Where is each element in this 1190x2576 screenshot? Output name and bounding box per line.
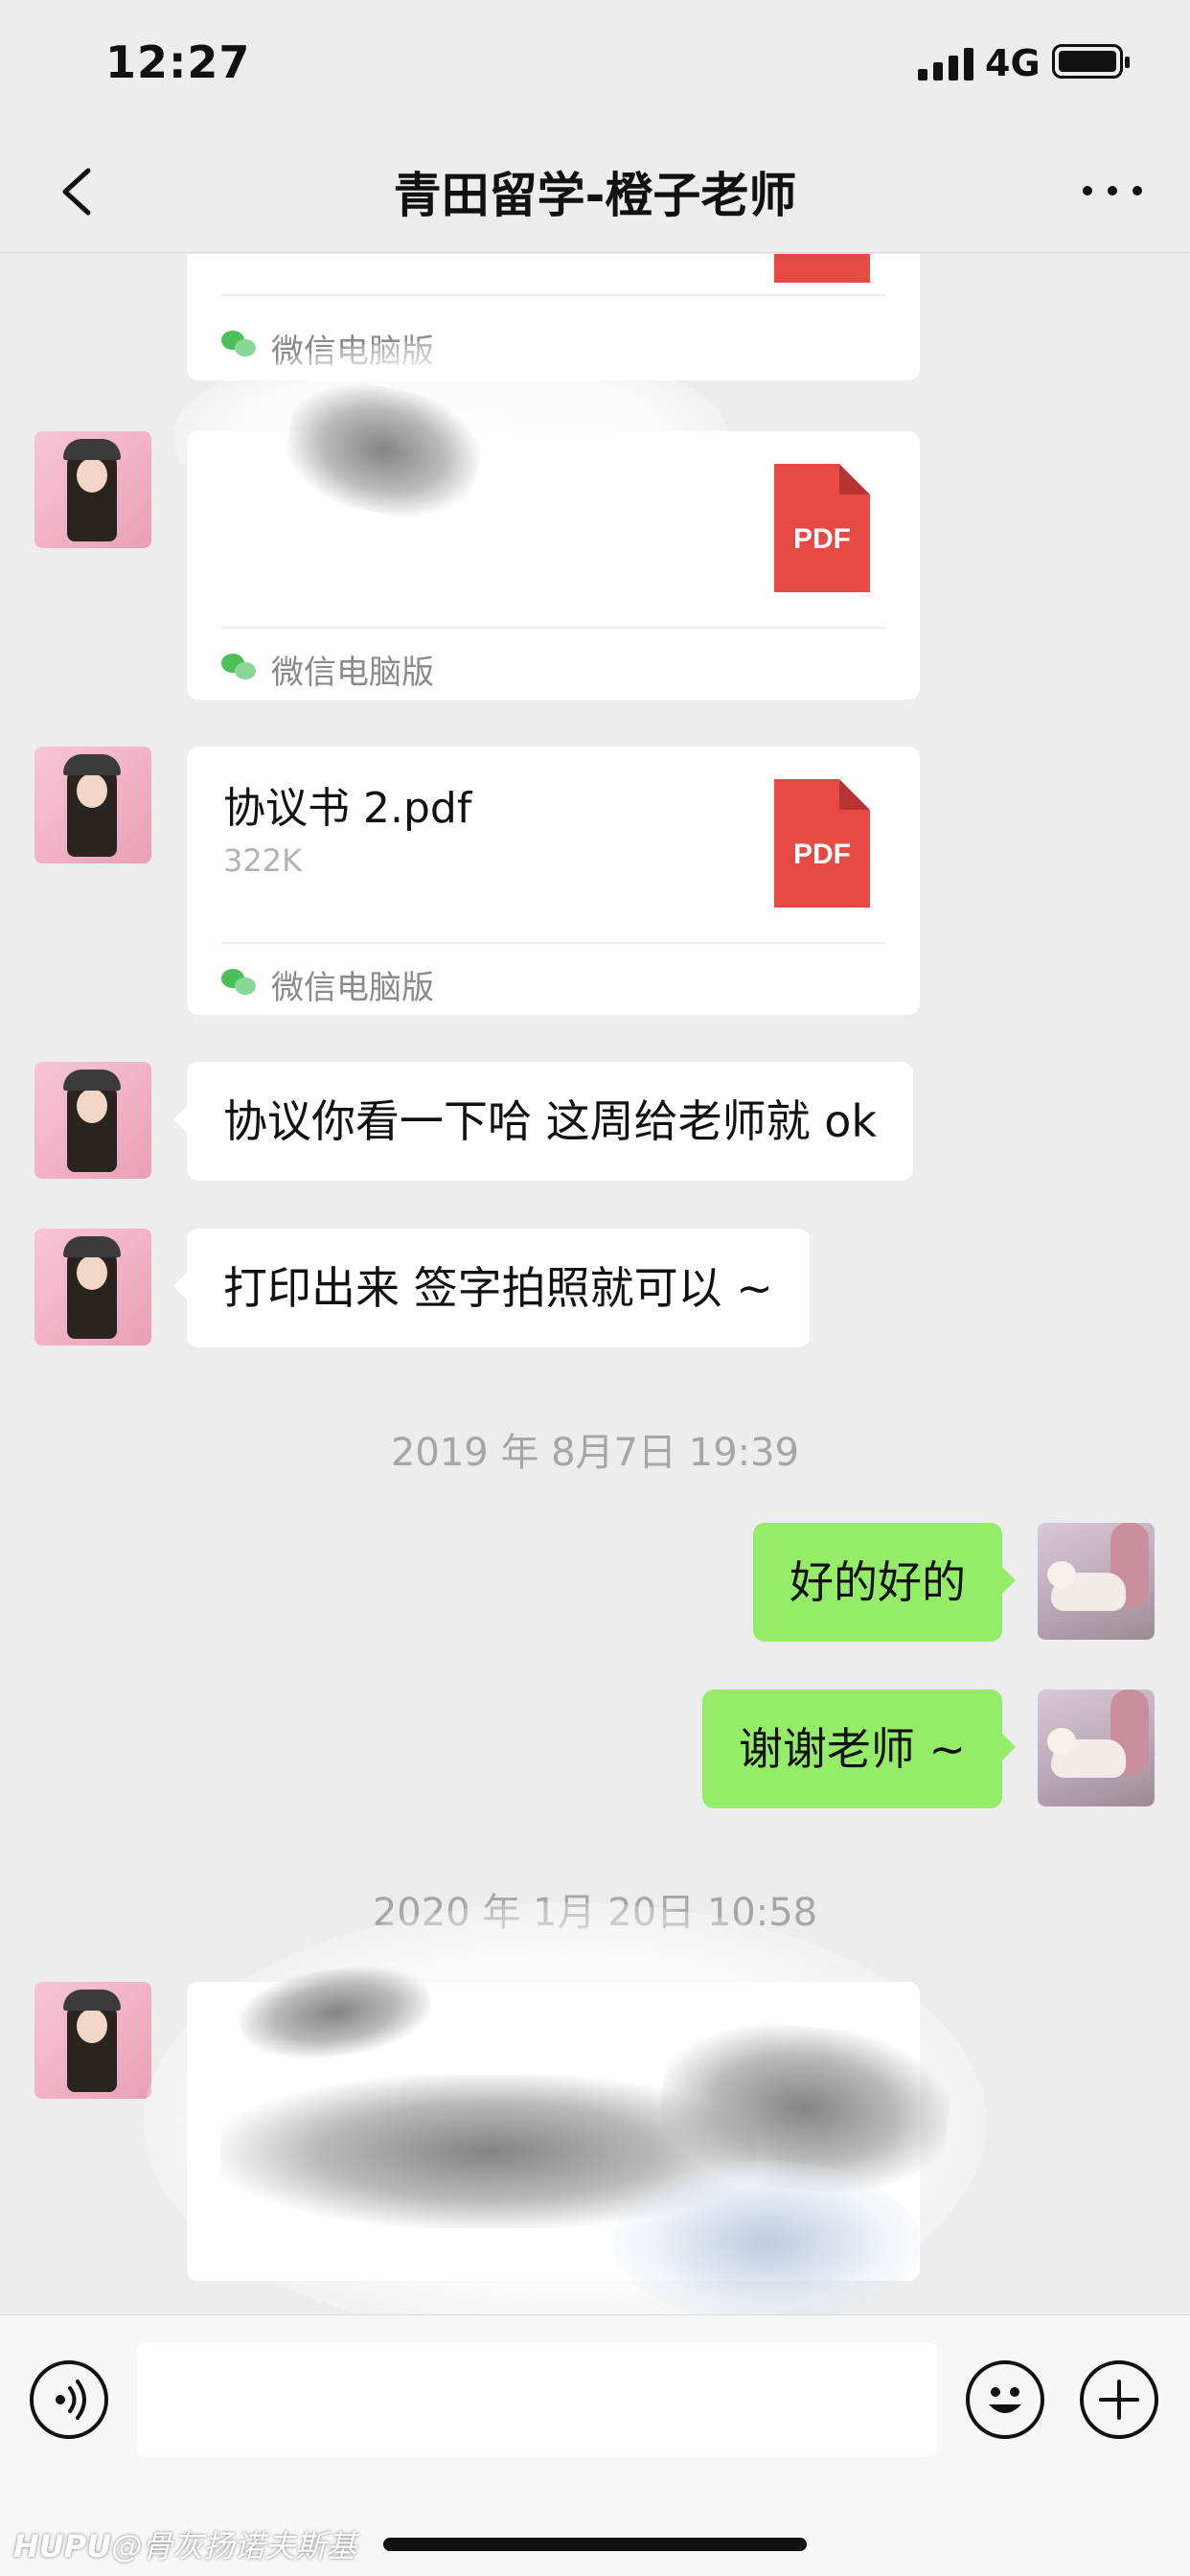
- incoming-text-bubble[interactable]: 打印出来 签字拍照就可以 ~: [173, 1229, 810, 1347]
- my-avatar[interactable]: [1038, 1690, 1155, 1806]
- contact-avatar[interactable]: [34, 431, 151, 548]
- wechat-icon: [221, 331, 256, 359]
- contact-avatar[interactable]: [34, 1229, 151, 1346]
- outgoing-text-bubble[interactable]: 好的好的: [753, 1523, 1016, 1642]
- home-indicator[interactable]: [383, 2538, 807, 2551]
- my-avatar[interactable]: [1038, 1523, 1155, 1640]
- cellular-signal-icon: [918, 48, 975, 80]
- pdf-file-icon: PDF: [774, 464, 870, 592]
- wechat-icon: [221, 654, 256, 682]
- plus-icon: [1099, 2380, 1139, 2420]
- more-button[interactable]: [1075, 167, 1152, 215]
- message-input[interactable]: [137, 2342, 937, 2457]
- voice-icon: [56, 2380, 86, 2420]
- file-message-card[interactable]: 协议书 2.pdf 322K PDF 微信电脑版: [187, 747, 920, 1015]
- contact-avatar[interactable]: [34, 1062, 151, 1179]
- pdf-file-icon: [774, 254, 870, 283]
- contact-avatar[interactable]: [34, 747, 151, 863]
- file-size: 322K: [223, 842, 303, 879]
- status-time: 12:27: [105, 36, 251, 88]
- emoji-icon: [989, 2387, 1021, 2413]
- emoji-button[interactable]: [966, 2360, 1044, 2439]
- incoming-text-bubble[interactable]: 协议你看一下哈 这周给老师就 ok: [172, 1062, 914, 1181]
- message-list[interactable]: 微信电脑版 PDF 微信电脑版 协议书 2.pdf 322K PDF 微信电脑版…: [0, 254, 1190, 2314]
- add-button[interactable]: [1080, 2360, 1158, 2439]
- outgoing-text-bubble[interactable]: 谢谢老师 ~: [701, 1690, 1017, 1808]
- file-name: 协议书 2.pdf: [223, 784, 472, 833]
- watermark: HUPU@骨灰扬诺夫斯基: [13, 2528, 357, 2564]
- chat-header: 青田留学-橙子老师: [0, 134, 1190, 253]
- status-bar: 12:27 4G: [0, 0, 1190, 134]
- redaction-scribble: [613, 2161, 920, 2314]
- voice-button[interactable]: [30, 2360, 108, 2439]
- pdf-file-icon: PDF: [774, 779, 870, 908]
- contact-avatar[interactable]: [34, 1982, 151, 2099]
- battery-icon: [1052, 44, 1130, 79]
- card-source: 微信电脑版: [271, 969, 434, 1007]
- network-type: 4G: [985, 42, 1041, 84]
- card-source: 微信电脑版: [271, 654, 434, 692]
- chat-title: 青田留学-橙子老师: [393, 168, 797, 223]
- wechat-icon: [221, 969, 256, 998]
- message-timestamp: 2019 年 8月7日 19:39: [390, 1431, 800, 1475]
